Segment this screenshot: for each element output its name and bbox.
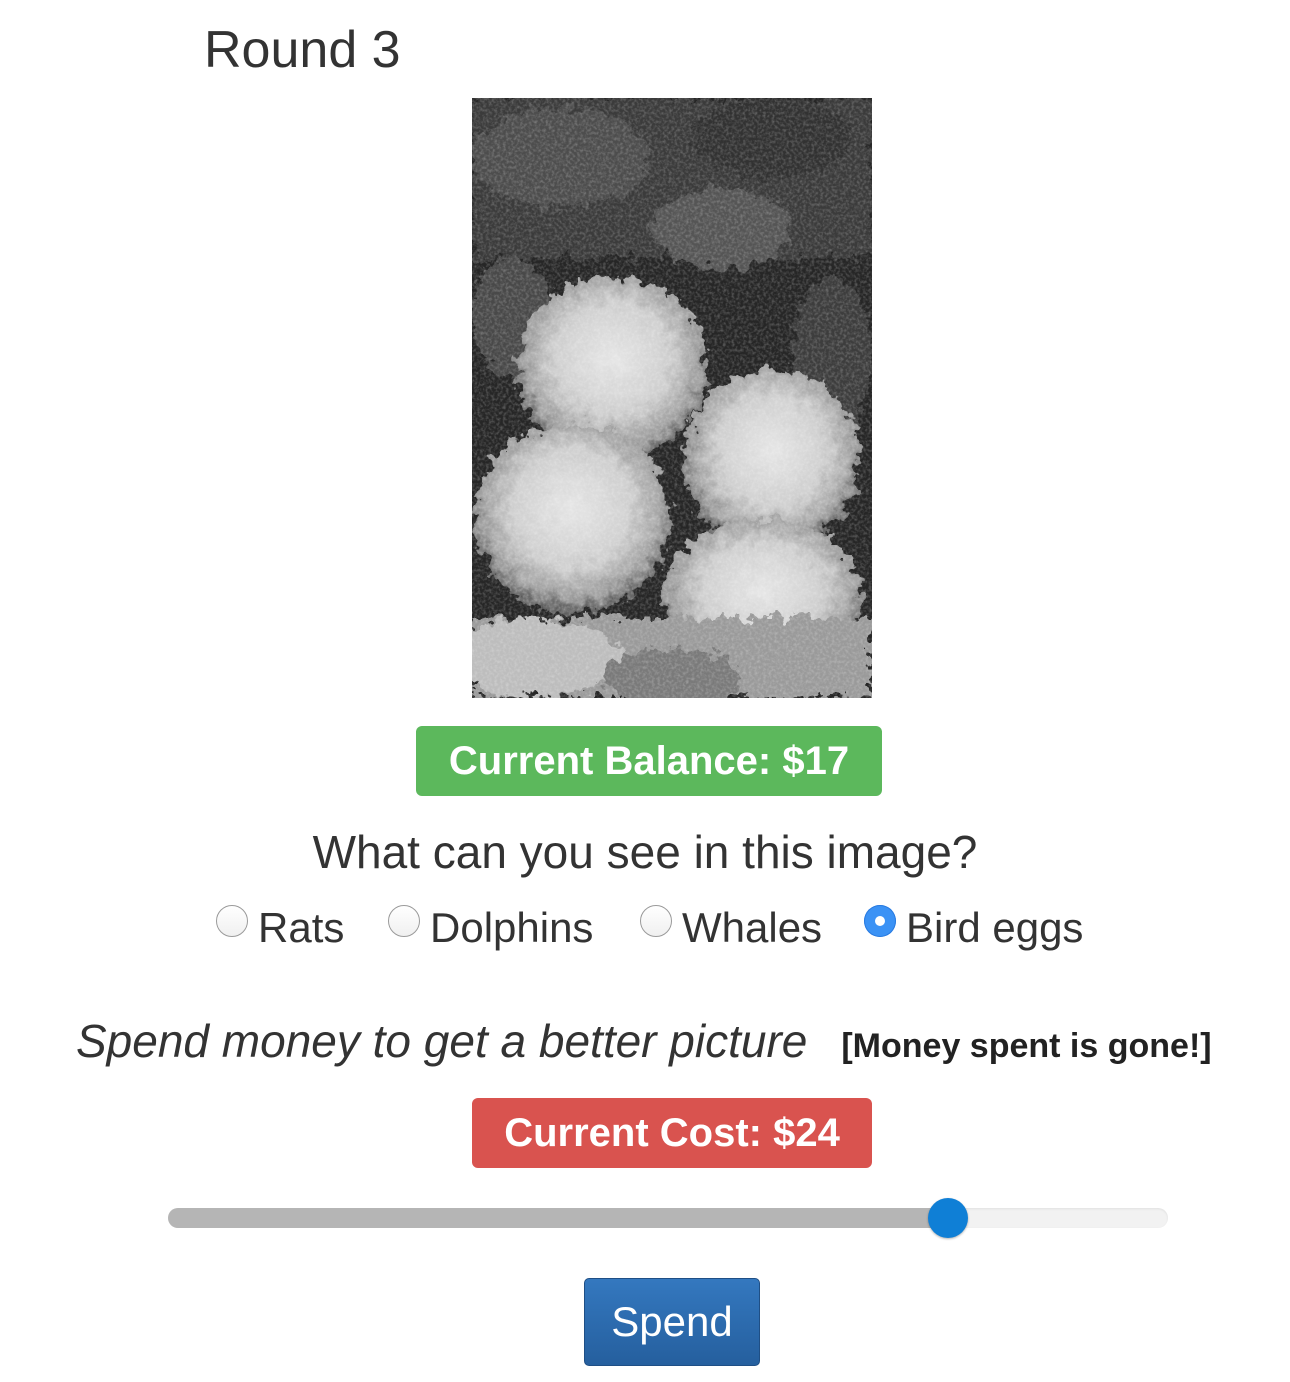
option-whales[interactable]: Whales xyxy=(640,896,822,960)
option-label: Rats xyxy=(258,904,345,951)
cost-slider[interactable] xyxy=(168,1196,1168,1240)
blurred-image-graphic xyxy=(472,98,872,698)
option-label: Bird eggs xyxy=(906,904,1084,951)
radio-bird-eggs[interactable] xyxy=(864,905,896,937)
question-heading: What can you see in this image? xyxy=(312,826,978,878)
current-cost-badge: Current Cost: $24 xyxy=(472,1098,872,1168)
spend-warning: [Money spent is gone!] xyxy=(841,1027,1212,1065)
spend-button[interactable]: Spend xyxy=(584,1278,760,1366)
option-dolphins[interactable]: Dolphins xyxy=(388,896,593,960)
radio-rats[interactable] xyxy=(216,905,248,937)
option-rats[interactable]: Rats xyxy=(216,896,344,960)
game-page: Round 3 Current Balance: $17 What can yo… xyxy=(0,0,1290,1382)
radio-dolphins[interactable] xyxy=(388,905,420,937)
spend-prompt: Spend money to get a better picture [Mon… xyxy=(76,1014,1212,1078)
blurred-image xyxy=(472,98,872,698)
slider-fill xyxy=(168,1208,948,1228)
spend-heading: Spend money to get a better picture xyxy=(76,1015,808,1067)
round-title: Round 3 xyxy=(204,21,401,79)
current-balance-badge: Current Balance: $17 xyxy=(416,726,882,796)
option-label: Whales xyxy=(682,904,823,951)
option-bird-eggs[interactable]: Bird eggs xyxy=(864,896,1083,960)
slider-track[interactable] xyxy=(168,1208,1168,1228)
option-label: Dolphins xyxy=(430,904,594,951)
radio-whales[interactable] xyxy=(640,905,672,937)
answer-options: Rats Dolphins Whales Bird eggs xyxy=(0,896,1290,960)
slider-thumb[interactable] xyxy=(928,1198,968,1238)
